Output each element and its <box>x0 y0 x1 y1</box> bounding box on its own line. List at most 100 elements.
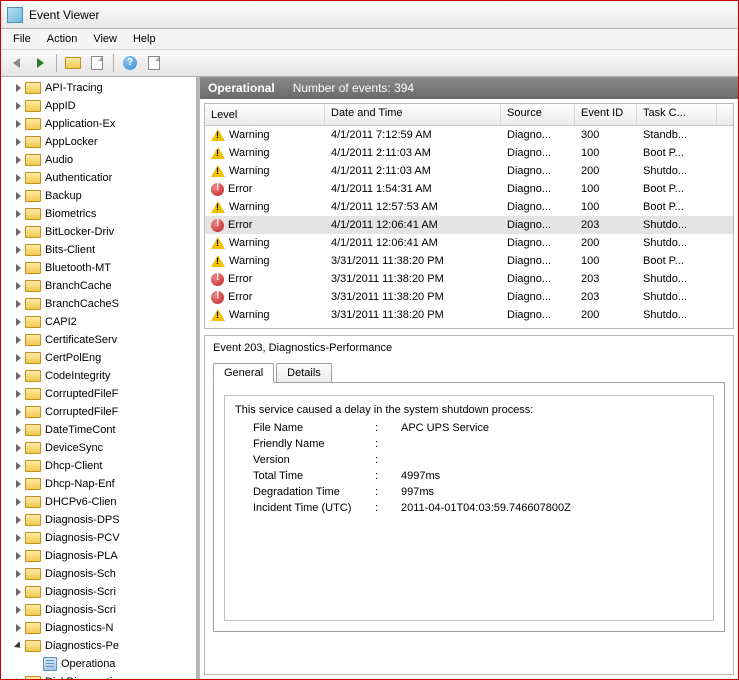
expander-icon[interactable] <box>13 641 23 651</box>
tree-item[interactable]: Authenticatior <box>1 169 196 187</box>
column-headers[interactable]: Level Date and Time Source Event ID Task… <box>205 104 733 126</box>
expander-icon[interactable] <box>13 353 23 363</box>
expander-icon[interactable] <box>13 209 23 219</box>
expander-icon[interactable] <box>13 515 23 525</box>
tree-panel[interactable]: API-TracingAppIDApplication-ExAppLockerA… <box>1 77 197 679</box>
tree-item[interactable]: Bits-Client <box>1 241 196 259</box>
tree-item[interactable]: DiskDiagnostic <box>1 673 196 679</box>
tree-item[interactable]: CorruptedFileF <box>1 403 196 421</box>
menu-action[interactable]: Action <box>39 31 86 47</box>
event-row[interactable]: Warning4/1/2011 12:06:41 AMDiagno...200S… <box>205 234 733 252</box>
menu-view[interactable]: View <box>85 31 125 47</box>
expander-icon[interactable] <box>13 281 23 291</box>
tree-item[interactable]: BranchCacheS <box>1 295 196 313</box>
expander-icon[interactable] <box>13 155 23 165</box>
event-row[interactable]: Error4/1/2011 12:06:41 AMDiagno...203Shu… <box>205 216 733 234</box>
col-source[interactable]: Source <box>501 104 575 125</box>
expander-icon[interactable] <box>13 245 23 255</box>
expander-icon[interactable] <box>13 443 23 453</box>
tree-item[interactable]: CertificateServ <box>1 331 196 349</box>
expander-icon[interactable] <box>13 407 23 417</box>
expander-icon[interactable] <box>13 299 23 309</box>
tree-item[interactable]: Bluetooth-MT <box>1 259 196 277</box>
event-row[interactable]: Error3/31/2011 11:38:20 PMDiagno...203Sh… <box>205 288 733 306</box>
expander-icon[interactable] <box>13 479 23 489</box>
tab-details[interactable]: Details <box>276 363 332 383</box>
expander-icon[interactable] <box>13 263 23 273</box>
event-row[interactable]: Warning4/1/2011 7:12:59 AMDiagno...300St… <box>205 126 733 144</box>
col-level[interactable]: Level <box>205 104 325 125</box>
tree-item[interactable]: CAPI2 <box>1 313 196 331</box>
cell-task: Shutdo... <box>637 237 717 249</box>
tree-item[interactable]: Diagnosis-PCV <box>1 529 196 547</box>
tree-item[interactable]: CertPolEng <box>1 349 196 367</box>
expander-icon[interactable] <box>13 173 23 183</box>
expander-icon[interactable] <box>13 191 23 201</box>
col-task[interactable]: Task C... <box>637 104 717 125</box>
tree-item[interactable]: Dhcp-Nap-Enf <box>1 475 196 493</box>
tree-item-operational[interactable]: Operationa <box>1 655 196 673</box>
event-row[interactable]: Warning4/1/2011 2:11:03 AMDiagno...100Bo… <box>205 144 733 162</box>
tree-item[interactable]: CodeIntegrity <box>1 367 196 385</box>
tree-item[interactable]: Dhcp-Client <box>1 457 196 475</box>
properties-button[interactable] <box>86 52 108 74</box>
tree-item[interactable]: BitLocker-Driv <box>1 223 196 241</box>
show-hide-tree-button[interactable] <box>62 52 84 74</box>
tree-item[interactable]: AppLocker <box>1 133 196 151</box>
expander-icon[interactable] <box>13 227 23 237</box>
menu-help[interactable]: Help <box>125 31 164 47</box>
event-list[interactable]: Level Date and Time Source Event ID Task… <box>204 103 734 329</box>
event-row[interactable]: Warning4/1/2011 12:57:53 AMDiagno...100B… <box>205 198 733 216</box>
tab-general[interactable]: General <box>213 363 274 383</box>
back-button[interactable] <box>5 52 27 74</box>
expander-icon[interactable] <box>13 677 23 679</box>
expander-icon[interactable] <box>13 371 23 381</box>
expander-icon[interactable] <box>13 101 23 111</box>
expander-icon[interactable] <box>13 317 23 327</box>
tree-item[interactable]: Diagnosis-Sch <box>1 565 196 583</box>
tree-item[interactable]: Diagnosis-Scri <box>1 583 196 601</box>
expander-icon[interactable] <box>13 497 23 507</box>
tree-item[interactable]: Diagnostics-Pe <box>1 637 196 655</box>
expander-icon[interactable] <box>13 533 23 543</box>
expander-icon[interactable] <box>13 569 23 579</box>
event-row[interactable]: Warning3/31/2011 11:38:20 PMDiagno...200… <box>205 306 733 324</box>
tree-item[interactable]: Backup <box>1 187 196 205</box>
tree-item[interactable]: DateTimeCont <box>1 421 196 439</box>
expander-icon[interactable] <box>13 335 23 345</box>
event-row[interactable]: Error4/1/2011 1:54:31 AMDiagno...100Boot… <box>205 180 733 198</box>
expander-icon[interactable] <box>13 551 23 561</box>
col-date[interactable]: Date and Time <box>325 104 501 125</box>
expander-icon[interactable] <box>13 605 23 615</box>
cell-source: Diagno... <box>501 129 575 141</box>
expander-icon[interactable] <box>13 461 23 471</box>
tree-item[interactable]: BranchCache <box>1 277 196 295</box>
expander-icon[interactable] <box>13 425 23 435</box>
tree-item[interactable]: Biometrics <box>1 205 196 223</box>
tree-item[interactable]: Application-Ex <box>1 115 196 133</box>
expander-icon[interactable] <box>13 587 23 597</box>
tree-item[interactable]: DeviceSync <box>1 439 196 457</box>
tree-item[interactable]: Audio <box>1 151 196 169</box>
tree-item[interactable]: API-Tracing <box>1 79 196 97</box>
tree-item[interactable]: Diagnostics-N <box>1 619 196 637</box>
tree-item[interactable]: CorruptedFileF <box>1 385 196 403</box>
expander-icon[interactable] <box>13 389 23 399</box>
tree-item[interactable]: DHCPv6-Clien <box>1 493 196 511</box>
expander-icon[interactable] <box>13 119 23 129</box>
tree-item[interactable]: AppID <box>1 97 196 115</box>
tree-item[interactable]: Diagnosis-DPS <box>1 511 196 529</box>
expander-icon[interactable] <box>13 623 23 633</box>
toolbar-button[interactable] <box>143 52 165 74</box>
menu-file[interactable]: File <box>5 31 39 47</box>
help-button[interactable]: ? <box>119 52 141 74</box>
expander-icon[interactable] <box>13 137 23 147</box>
event-row[interactable]: Warning4/1/2011 2:11:03 AMDiagno...200Sh… <box>205 162 733 180</box>
forward-button[interactable] <box>29 52 51 74</box>
event-row[interactable]: Warning3/31/2011 11:38:20 PMDiagno...100… <box>205 252 733 270</box>
col-eventid[interactable]: Event ID <box>575 104 637 125</box>
expander-icon[interactable] <box>13 83 23 93</box>
tree-item[interactable]: Diagnosis-Scri <box>1 601 196 619</box>
tree-item[interactable]: Diagnosis-PLA <box>1 547 196 565</box>
event-row[interactable]: Error3/31/2011 11:38:20 PMDiagno...203Sh… <box>205 270 733 288</box>
